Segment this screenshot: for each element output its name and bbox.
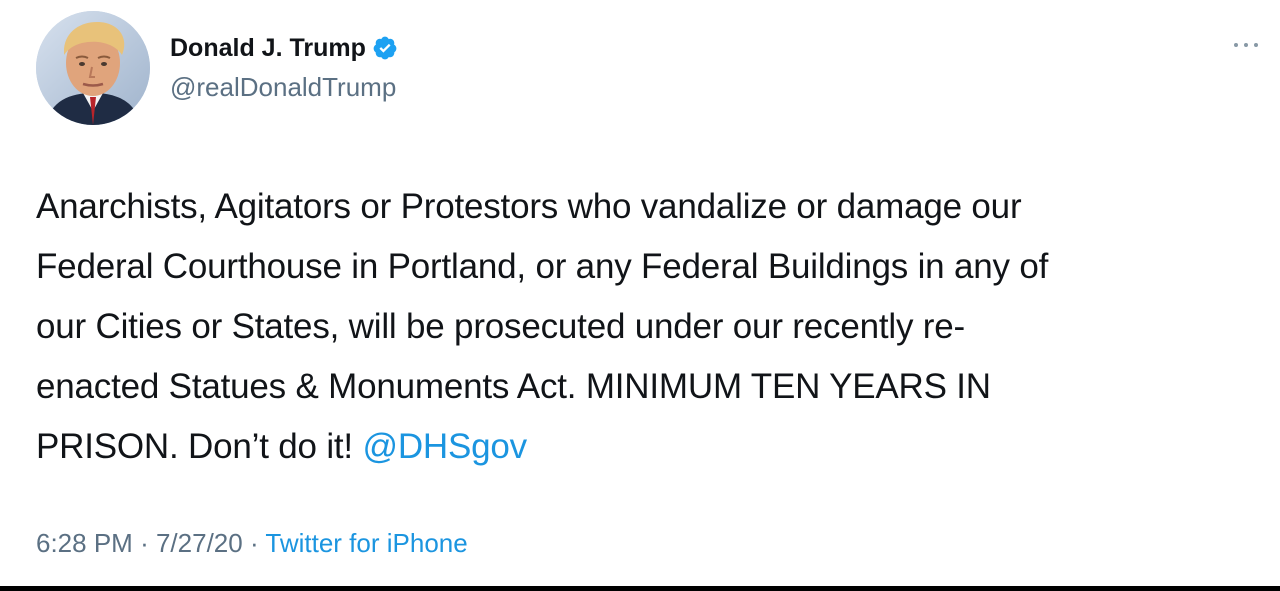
tweet-text: Anarchists, Agitators or Protestors who … — [36, 177, 1256, 477]
tweet-text-line: Anarchists, Agitators or Protestors who … — [36, 187, 1022, 226]
display-name[interactable]: Donald J. Trump — [170, 34, 366, 63]
verified-badge-icon — [372, 35, 398, 61]
more-dot — [1244, 43, 1248, 47]
tweet-time[interactable]: 6:28 PM — [36, 528, 133, 558]
meta-separator: · — [140, 528, 149, 558]
tweet-text-line: enacted Statues & Monuments Act. MINIMUM… — [36, 367, 991, 406]
user-handle[interactable]: @realDonaldTrump — [170, 72, 398, 103]
profile-photo-icon — [36, 11, 150, 125]
meta-separator: · — [249, 528, 259, 558]
bottom-divider — [0, 586, 1280, 591]
tweet-date[interactable]: 7/27/20 — [156, 528, 243, 558]
author-name-row: Donald J. Trump — [170, 30, 398, 66]
tweet-card: Donald J. Trump @realDonaldTrump Anarchi… — [0, 0, 1280, 591]
tweet-text-line: our Cities or States, will be prosecuted… — [36, 307, 965, 346]
more-dot — [1254, 43, 1258, 47]
more-dot — [1234, 43, 1238, 47]
avatar[interactable] — [36, 11, 150, 125]
tweet-source-link[interactable]: Twitter for iPhone — [265, 528, 467, 558]
mention-link[interactable]: @DHSgov — [362, 427, 527, 466]
author-block: Donald J. Trump @realDonaldTrump — [170, 30, 398, 103]
tweet-metadata: 6:28 PM · 7/27/20 · Twitter for iPhone — [36, 528, 468, 559]
tweet-text-line-last: PRISON. Don’t do it! @DHSgov — [36, 417, 1256, 477]
more-options-icon[interactable] — [1234, 40, 1258, 50]
tweet-text-line: Federal Courthouse in Portland, or any F… — [36, 247, 1049, 286]
tweet-text-line: PRISON. Don’t do it! — [36, 427, 353, 466]
